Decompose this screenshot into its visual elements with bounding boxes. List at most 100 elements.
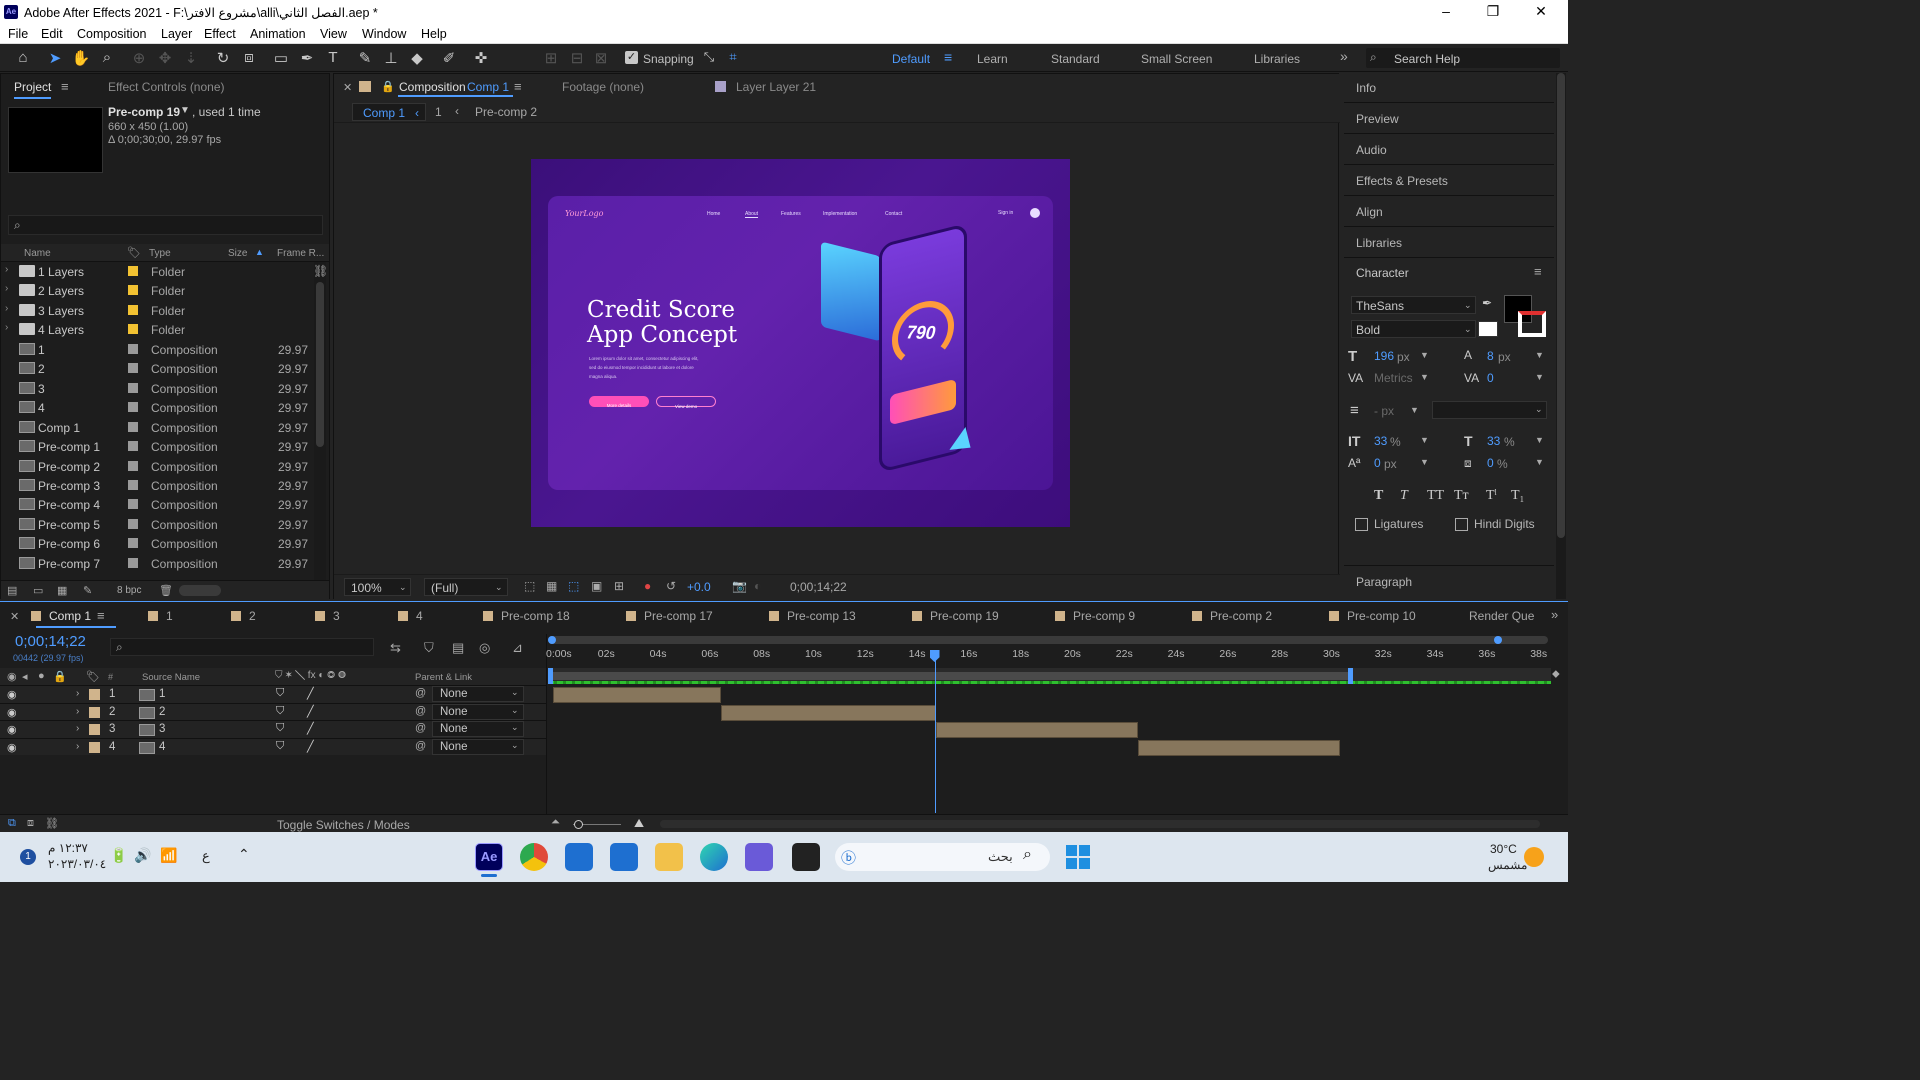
solo-icon[interactable]: ● bbox=[38, 670, 45, 682]
timeline-layer-row[interactable]: ◉ › 2 2 ⛉ ╱ @ None ⌄ bbox=[0, 703, 546, 721]
font-family-dropdown[interactable]: TheSans ⌄ bbox=[1351, 296, 1476, 314]
timeline-tab[interactable]: 4 bbox=[398, 609, 423, 623]
timeline-tab[interactable]: Pre-comp 19 bbox=[912, 609, 999, 623]
workspace-libraries[interactable]: Libraries bbox=[1254, 52, 1300, 66]
layer-duration-bar[interactable] bbox=[721, 704, 937, 721]
label-color[interactable] bbox=[128, 557, 138, 568]
project-item[interactable]: Pre-comp 4 Composition 29.97 bbox=[1, 495, 313, 515]
collapse-transform-icon[interactable]: ⛉ bbox=[276, 687, 284, 700]
taskbar-file-explorer-icon[interactable] bbox=[655, 843, 683, 871]
font-style-dropdown[interactable]: Bold ⌄ bbox=[1351, 320, 1476, 338]
motion-blur-icon[interactable]: ◎ bbox=[479, 640, 490, 656]
taskbar-chrome-icon[interactable] bbox=[520, 843, 548, 871]
time-navigator[interactable] bbox=[548, 636, 1548, 644]
timeline-tab[interactable]: Pre-comp 2 bbox=[1192, 609, 1272, 623]
stroke-style-dropdown[interactable]: ⌄ bbox=[1432, 401, 1547, 419]
input-language[interactable]: ع bbox=[202, 848, 210, 864]
show-hidden-icons-icon[interactable]: ⌃ bbox=[238, 846, 250, 863]
viewer-menu-icon[interactable]: ≡ bbox=[514, 79, 522, 94]
chevron-down-icon[interactable]: ▼ bbox=[1535, 372, 1544, 382]
timeline-tab[interactable]: 1 bbox=[148, 609, 173, 623]
bit-depth-label[interactable]: 8 bpc bbox=[117, 585, 141, 596]
timeline-search-input[interactable]: ⌕ bbox=[110, 638, 374, 656]
layer-label-color[interactable] bbox=[89, 706, 100, 718]
tsume-value[interactable]: 0 bbox=[1487, 456, 1494, 470]
stroke-color-swatch[interactable] bbox=[1518, 311, 1546, 337]
timeline-layer-row[interactable]: ◉ › 4 4 ⛉ ╱ @ None ⌄ bbox=[0, 738, 546, 756]
toggle-switches-modes[interactable]: Toggle Switches / Modes bbox=[277, 818, 410, 832]
expand-switches-icon[interactable]: ⧈ bbox=[27, 817, 34, 830]
scrollbar-thumb[interactable] bbox=[316, 282, 324, 447]
tab-layer[interactable]: Layer Layer 21 bbox=[736, 80, 816, 94]
close-tab-icon[interactable]: ✕ bbox=[10, 610, 19, 623]
timeline-menu-icon[interactable]: ≡ bbox=[97, 608, 105, 623]
workspace-standard[interactable]: Standard bbox=[1051, 52, 1100, 66]
label-color[interactable] bbox=[128, 304, 138, 315]
rectangle-tool-icon[interactable]: ▭ bbox=[270, 49, 292, 67]
render-time-icon[interactable]: ⧉ bbox=[8, 817, 16, 830]
wifi-icon[interactable]: 📶 bbox=[160, 847, 177, 864]
label-color[interactable] bbox=[128, 499, 138, 510]
pick-whip-icon[interactable]: @ bbox=[415, 687, 426, 699]
eye-icon[interactable]: ◉ bbox=[7, 688, 17, 701]
eyedropper-icon[interactable]: ✒ bbox=[1482, 296, 1492, 310]
puppet-pin-icon[interactable]: ✜ bbox=[470, 49, 492, 67]
column-size[interactable]: Size bbox=[228, 248, 247, 259]
video-eye-icon[interactable]: ◉ bbox=[7, 670, 17, 683]
timeline-scrollbar[interactable] bbox=[660, 820, 1540, 828]
vertical-scale-value[interactable]: 33 bbox=[1374, 434, 1387, 448]
layer-name[interactable]: 3 bbox=[159, 723, 165, 735]
superscript-button[interactable]: Tˡ bbox=[1486, 488, 1497, 504]
fast-previews-icon[interactable]: ⬚ bbox=[524, 579, 535, 593]
layer-name[interactable]: 2 bbox=[159, 706, 165, 718]
restore-icon[interactable]: ❐ bbox=[1483, 3, 1503, 20]
layer-name[interactable]: 4 bbox=[159, 741, 165, 753]
stroke-width-value[interactable]: - px bbox=[1374, 404, 1394, 418]
quality-icon[interactable]: ╱ bbox=[307, 687, 314, 700]
label-color[interactable] bbox=[128, 518, 138, 529]
workspace-default[interactable]: Default bbox=[892, 52, 930, 66]
zoom-tool-icon[interactable]: ⌕ bbox=[96, 49, 118, 66]
composition-tab-name[interactable]: Comp 1 bbox=[467, 80, 509, 94]
small-caps-button[interactable]: Tт bbox=[1454, 488, 1469, 504]
chevron-down-icon[interactable]: ▼ bbox=[1420, 457, 1429, 467]
expand-arrow-icon[interactable]: › bbox=[76, 723, 79, 734]
project-item[interactable]: 3 Composition 29.97 bbox=[1, 379, 313, 399]
snapshot-icon[interactable]: 📷 bbox=[732, 579, 747, 593]
label-color[interactable] bbox=[128, 285, 138, 296]
zoom-out-icon[interactable]: ⏶ bbox=[551, 816, 560, 829]
faux-italic-button[interactable]: T bbox=[1400, 488, 1408, 504]
viewer-timecode[interactable]: 0;00;14;22 bbox=[790, 580, 847, 594]
collapse-transform-icon[interactable]: ⛉ bbox=[276, 705, 284, 718]
chevron-down-icon[interactable]: ▼ bbox=[1410, 405, 1419, 415]
axis-local-icon[interactable]: ⊞ bbox=[540, 49, 562, 67]
menu-effect[interactable]: Effect bbox=[204, 27, 236, 41]
project-menu-icon[interactable]: ≡ bbox=[61, 79, 69, 94]
composition-canvas[interactable]: YourLogo Home About Features Implementat… bbox=[531, 159, 1070, 527]
menu-help[interactable]: Help bbox=[421, 27, 447, 41]
project-settings-icon[interactable]: ✎ bbox=[83, 584, 92, 597]
panel-audio[interactable]: Audio bbox=[1344, 135, 1554, 165]
zoom-in-icon[interactable]: ⛰ bbox=[634, 816, 644, 831]
project-item[interactable]: Pre-comp 1 Composition 29.97 bbox=[1, 437, 313, 457]
timeline-tab[interactable]: Pre-comp 9 bbox=[1055, 609, 1135, 623]
project-item[interactable]: Pre-comp 3 Composition 29.97 bbox=[1, 476, 313, 496]
composition-tab-prefix[interactable]: Composition bbox=[399, 80, 466, 94]
expand-arrow-icon[interactable]: › bbox=[5, 303, 8, 314]
expand-arrow-icon[interactable]: › bbox=[76, 706, 79, 717]
reset-exposure-icon[interactable]: ↺ bbox=[666, 579, 676, 593]
chevron-down-icon[interactable]: ▼ bbox=[1420, 372, 1429, 382]
project-item[interactable]: › 3 Layers Folder bbox=[1, 301, 313, 321]
hindi-digits-checkbox[interactable] bbox=[1455, 518, 1468, 531]
project-item[interactable]: 1 Composition 29.97 bbox=[1, 340, 313, 360]
menu-animation[interactable]: Animation bbox=[250, 27, 306, 41]
breadcrumb-1[interactable]: 1 bbox=[435, 105, 442, 119]
show-snapshot-icon[interactable]: ◐ bbox=[754, 579, 761, 593]
pick-whip-icon[interactable]: @ bbox=[415, 722, 426, 734]
timeline-tab[interactable]: Pre-comp 18 bbox=[483, 609, 570, 623]
rotation-tool-icon[interactable]: ↻ bbox=[212, 49, 234, 67]
comp-button-icon[interactable]: ⬥ bbox=[1552, 668, 1560, 681]
layer-label-color[interactable] bbox=[89, 689, 100, 700]
project-item[interactable]: Pre-comp 2 Composition 29.97 bbox=[1, 457, 313, 477]
menu-composition[interactable]: Composition bbox=[77, 27, 146, 41]
